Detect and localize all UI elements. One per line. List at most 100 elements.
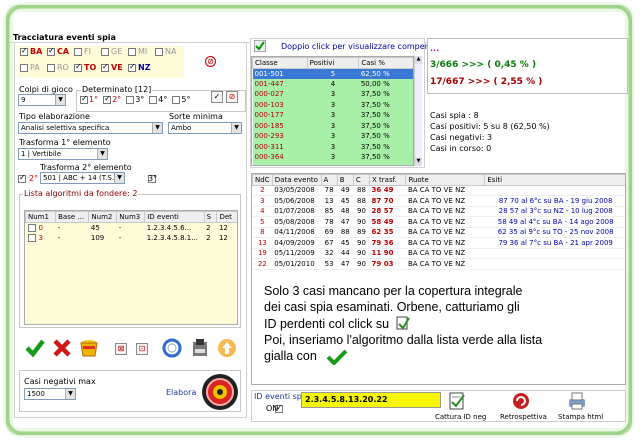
column-header[interactable]: Det bbox=[216, 211, 237, 223]
column-header[interactable]: S bbox=[203, 211, 218, 223]
retrospettiva-icon[interactable] bbox=[511, 391, 531, 411]
column-header[interactable]: Num3 bbox=[116, 211, 146, 223]
arrow-up-icon[interactable] bbox=[216, 337, 237, 358]
clear-ruote-button[interactable]: ⊘ bbox=[205, 56, 216, 67]
column-header[interactable]: Casi % bbox=[358, 57, 413, 69]
ruota-checkbox[interactable] bbox=[74, 47, 82, 56]
table-row[interactable]: 19 05/11/2009 32 44 90 11 90 BA CA TO VE NZ bbox=[252, 248, 625, 259]
ruota-checkbox[interactable] bbox=[101, 62, 109, 72]
bucket-icon[interactable] bbox=[78, 337, 99, 358]
column-header[interactable]: A bbox=[320, 174, 338, 186]
table-row[interactable]: 3 05/06/2008 13 45 88 87 70 BA CA TO VE NZ 87 7… bbox=[252, 195, 625, 207]
ruota-ve[interactable]: VE bbox=[101, 62, 123, 72]
ruota-checkbox[interactable] bbox=[20, 46, 28, 56]
scroll-up-icon[interactable]: ▲ bbox=[415, 56, 422, 64]
column-header[interactable]: Esiti bbox=[484, 174, 625, 186]
check-all-button[interactable]: ✓ bbox=[211, 91, 223, 103]
table-row[interactable]: 000-185 3 37,50 % bbox=[252, 120, 413, 131]
row-checkbox[interactable] bbox=[27, 233, 36, 242]
scroll-down-icon[interactable]: ▼ bbox=[415, 158, 422, 166]
table-row[interactable]: 3 - 109 - 1.2.3.4.5.8.1... 2 12 bbox=[26, 233, 238, 244]
ruota-ba[interactable]: BA bbox=[20, 46, 42, 56]
ruota-nz[interactable]: NZ bbox=[128, 62, 151, 72]
export-icon[interactable] bbox=[189, 337, 210, 358]
elabora-button[interactable] bbox=[200, 372, 240, 412]
determinato-checkbox[interactable] bbox=[149, 95, 158, 104]
delete-icon[interactable] bbox=[51, 337, 72, 358]
ruota-checkbox[interactable] bbox=[128, 47, 136, 56]
table-row[interactable]: 4 01/07/2008 85 48 90 28 57 BA CA TO VE NZ 28 5… bbox=[252, 206, 625, 217]
determinato-item[interactable]: 1° bbox=[80, 94, 98, 104]
id-eventi-input[interactable]: 2.3.4.5.8.13.20.22 bbox=[301, 392, 441, 408]
table-row[interactable]: 000-177 3 37,50 % bbox=[252, 110, 413, 121]
remove-row-icon[interactable]: ⊡ bbox=[136, 343, 148, 355]
trasf2-check-2[interactable] bbox=[18, 173, 26, 183]
table-row[interactable]: 001-501 5 62,50 % bbox=[252, 68, 413, 79]
determinato-item[interactable]: 3° bbox=[126, 95, 144, 104]
column-header[interactable]: Num1 bbox=[25, 211, 57, 223]
retrospettiva-label[interactable]: Retrospettiva bbox=[500, 413, 547, 421]
row-checkbox[interactable] bbox=[27, 223, 36, 232]
column-header[interactable]: Num2 bbox=[88, 211, 118, 223]
column-header[interactable]: Classe bbox=[252, 57, 308, 69]
tipo-elab-select[interactable]: Analisi selettiva specifica ▼ bbox=[18, 122, 163, 134]
cattura-label[interactable]: Cattura ID neg bbox=[435, 413, 486, 421]
clear-list-icon[interactable]: ⊠ bbox=[115, 343, 127, 355]
ruota-checkbox[interactable] bbox=[20, 63, 28, 72]
column-header[interactable]: B bbox=[336, 174, 354, 186]
column-header[interactable]: Ruote bbox=[405, 174, 486, 186]
determinato-checkbox[interactable] bbox=[126, 95, 135, 104]
table-row[interactable]: 22 05/01/2010 53 47 90 79 03 BA CA TO VE NZ bbox=[252, 258, 625, 270]
cattura-icon[interactable] bbox=[448, 391, 466, 411]
column-header[interactable]: X trasf. bbox=[369, 174, 407, 186]
uncheck-all-button[interactable]: ⊘ bbox=[226, 91, 238, 103]
ruota-checkbox[interactable] bbox=[74, 62, 82, 72]
ruota-ca[interactable]: CA bbox=[47, 46, 69, 56]
column-header[interactable]: ID eventi bbox=[144, 211, 205, 223]
determinato-item[interactable]: 5° bbox=[172, 95, 190, 104]
table-row[interactable]: 000-364 3 37,50 % bbox=[252, 152, 413, 163]
table-row[interactable]: 13 04/09/2009 67 45 90 79 36 BA CA TO VE NZ 79 … bbox=[252, 237, 625, 249]
stampa-label[interactable]: Stampa html bbox=[558, 413, 603, 421]
table-row[interactable]: 5 05/08/2008 78 47 90 58 49 BA CA TO VE NZ 58 4… bbox=[252, 216, 625, 228]
column-header[interactable]: Base ... bbox=[55, 211, 90, 223]
ruota-na[interactable]: NA bbox=[155, 47, 176, 56]
determinato-checkbox[interactable] bbox=[103, 94, 112, 104]
compendio-scrollbar[interactable]: ▲ ▼ bbox=[414, 56, 422, 166]
determinato-checkbox[interactable] bbox=[80, 94, 88, 104]
table-row[interactable]: 000-507337,50 % bbox=[252, 162, 413, 165]
ruota-ge[interactable]: GE bbox=[101, 47, 122, 56]
determinato-item[interactable]: 2° bbox=[103, 94, 121, 104]
check-icon[interactable] bbox=[24, 337, 45, 358]
table-row[interactable]: 8 04/11/2008 69 88 89 62 35 BA CA TO VE NZ 62 3… bbox=[252, 227, 625, 238]
determinato-checkbox[interactable] bbox=[172, 95, 181, 104]
refresh-icon[interactable] bbox=[161, 337, 182, 358]
determinato-item[interactable]: 4° bbox=[149, 95, 167, 104]
ruota-pa[interactable]: PA bbox=[20, 63, 40, 72]
colpi-select[interactable]: 9 ▼ bbox=[18, 94, 66, 106]
column-header[interactable]: Positivi bbox=[306, 57, 360, 69]
ruota-fi[interactable]: FI bbox=[74, 47, 91, 56]
ruota-mi[interactable]: MI bbox=[128, 47, 147, 56]
table-row[interactable]: 000-311 3 37,50 % bbox=[252, 141, 413, 152]
trasf2-select[interactable]: 501 | ABC + 14 (T.S.*) ▼ bbox=[40, 172, 125, 184]
table-row[interactable]: 2 03/05/2008 78 49 88 36 49 BA CA TO VE NZ bbox=[252, 185, 625, 196]
column-header[interactable]: Data evento bbox=[271, 174, 322, 186]
table-row[interactable]: 000-103 3 37,50 % bbox=[252, 99, 413, 110]
table-row[interactable]: 000-027 3 37,50 % bbox=[252, 89, 413, 100]
ruota-checkbox[interactable] bbox=[155, 47, 163, 56]
ruota-checkbox[interactable] bbox=[101, 47, 109, 56]
ruota-checkbox[interactable] bbox=[47, 46, 55, 56]
trasf1-select[interactable]: 1 | Vertibile ▼ bbox=[18, 148, 108, 160]
casi-neg-select[interactable]: 1500 ▼ bbox=[24, 388, 76, 400]
print-icon[interactable] bbox=[566, 391, 588, 411]
column-header[interactable]: NdC bbox=[252, 174, 273, 186]
ruota-checkbox[interactable] bbox=[47, 63, 55, 72]
ruota-ro[interactable]: RO bbox=[47, 63, 69, 72]
sorte-select[interactable]: Ambo ▼ bbox=[168, 122, 242, 134]
ruota-to[interactable]: TO bbox=[74, 62, 96, 72]
column-header[interactable]: C bbox=[352, 174, 371, 186]
table-row[interactable]: 0 - 45 - 1.2.3.4.5.6... 2 12 bbox=[26, 222, 238, 233]
table-row[interactable]: 001-447 4 50,00 % bbox=[252, 78, 413, 89]
table-row[interactable]: 000-293 3 37,50 % bbox=[252, 131, 413, 142]
